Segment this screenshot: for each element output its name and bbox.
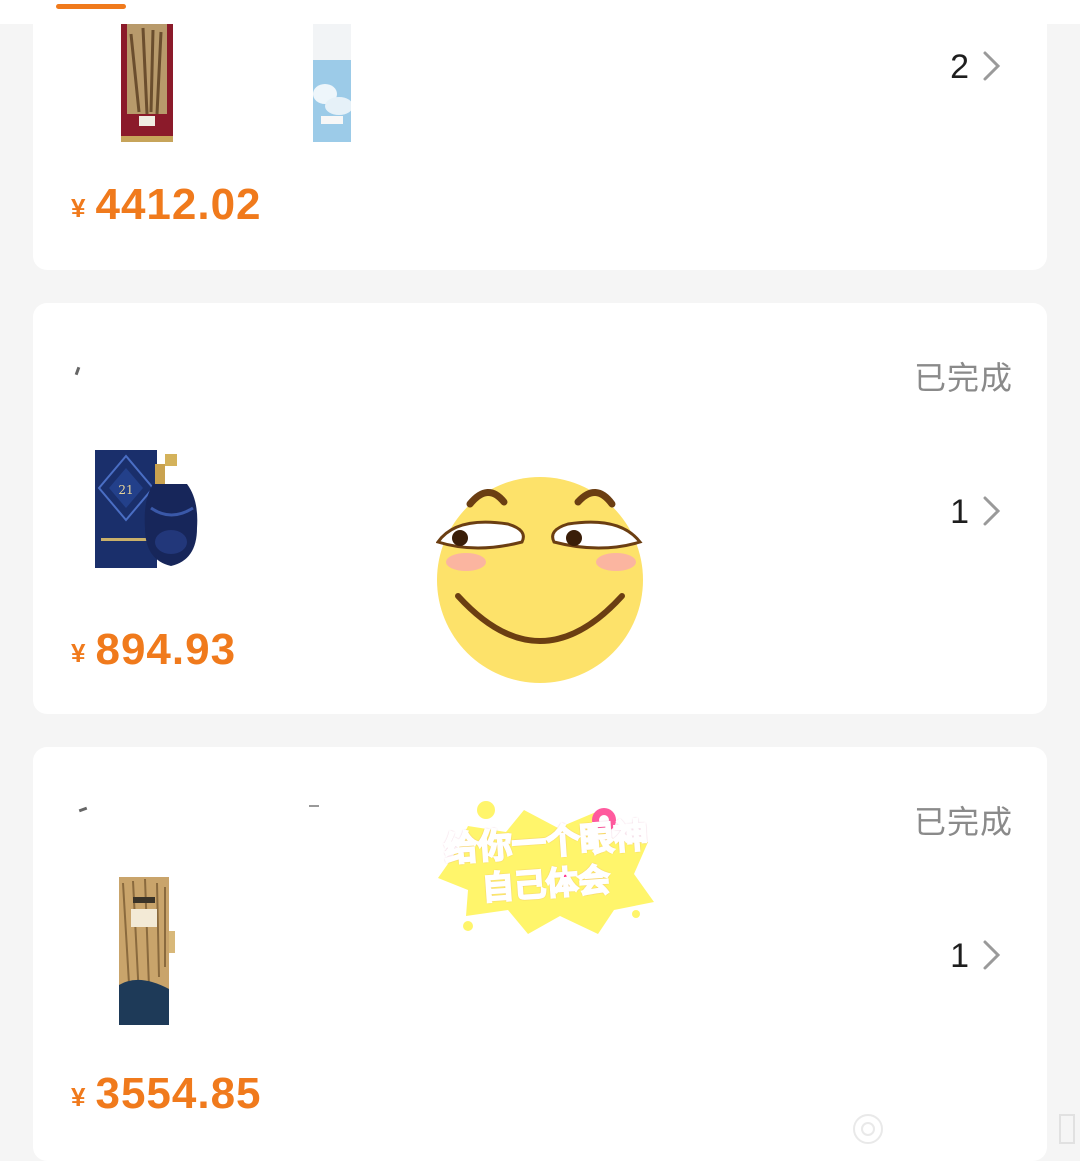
shop-name-fragment [74, 366, 81, 376]
price-amount: 4412.02 [95, 180, 262, 229]
order-quantity: 2 [950, 48, 969, 86]
order-status: 已完成 [913, 803, 1013, 841]
chevron-right-icon[interactable] [981, 939, 1003, 971]
currency-symbol: ¥ [71, 1082, 86, 1112]
smiling-emoji-sticker [436, 477, 643, 683]
shop-name-fragment [78, 806, 88, 813]
chevron-right-icon[interactable] [981, 495, 1003, 527]
watermark-logo [853, 1114, 1075, 1144]
chevron-right-icon[interactable] [981, 50, 1003, 82]
order-quantity: 1 [950, 937, 969, 975]
order-card-1[interactable]: 2 ¥4412.02 [33, 0, 1047, 270]
product-image-whisky-box-sky[interactable] [313, 24, 351, 144]
shop-name-fragment [309, 805, 319, 807]
price-amount: 894.93 [95, 625, 237, 674]
top-tab-bar [0, 0, 1080, 24]
order-price: ¥4412.02 [71, 180, 262, 230]
product-image-macallan-box-gold[interactable] [119, 877, 175, 1027]
order-price: ¥3554.85 [71, 1069, 262, 1119]
price-amount: 3554.85 [95, 1069, 262, 1118]
order-price: ¥894.93 [71, 625, 236, 675]
currency-symbol: ¥ [71, 638, 86, 668]
product-image-whisky-box-red[interactable] [121, 24, 173, 144]
currency-symbol: ¥ [71, 193, 86, 223]
product-image-royal-salute-21[interactable]: 21 [95, 448, 201, 570]
order-status: 已完成 [913, 359, 1013, 397]
active-tab-indicator [56, 4, 126, 9]
svg-text:21: 21 [118, 483, 133, 497]
order-quantity: 1 [950, 493, 969, 531]
